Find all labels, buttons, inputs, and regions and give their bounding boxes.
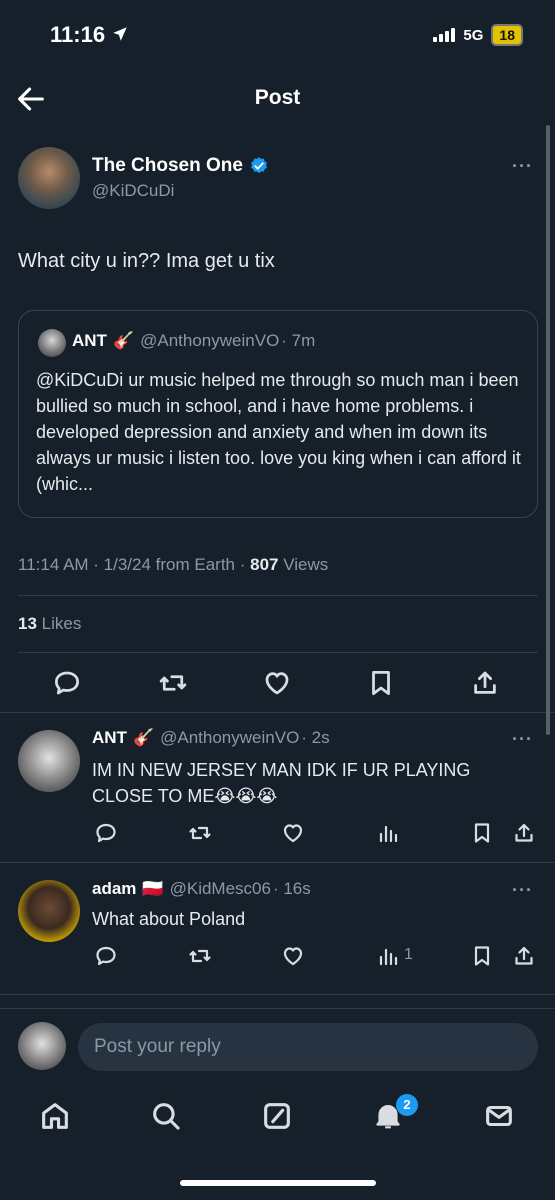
reply-text: What about Poland (92, 909, 246, 929)
location-arrow-icon (113, 27, 127, 41)
views-label: Views (278, 555, 329, 574)
author-handle[interactable]: @KiDCuDi (92, 181, 174, 201)
reply-author-handle[interactable]: @AnthonyweinVO (160, 728, 299, 748)
reply-time: · 2s (301, 728, 330, 747)
views-count: 807 (250, 555, 279, 574)
quoted-post-header: ANT 🎸 @AnthonyweinVO · 7m (72, 331, 315, 351)
more-options-icon[interactable]: ··· (512, 729, 533, 750)
battery-indicator: 18 (491, 24, 523, 46)
analytics-icon[interactable] (376, 944, 400, 968)
reply-views-count: 1 (404, 946, 413, 963)
quoted-post-text: @KiDCuDi ur music helped me through so m… (36, 370, 521, 494)
post-meta: 11:14 AM · 1/3/24 from Earth · 807 Views (18, 555, 328, 575)
current-user-avatar[interactable] (18, 1022, 66, 1070)
status-indicators: 5G 18 (433, 24, 523, 46)
signal-icon (433, 28, 456, 42)
messages-icon[interactable] (482, 1099, 516, 1133)
likes-link[interactable]: 13 Likes (18, 614, 81, 634)
more-options-icon[interactable]: ··· (512, 156, 533, 177)
reply-header: ANT 🎸 @AnthonyweinVO · 2s (92, 728, 330, 748)
like-heart-icon[interactable] (281, 821, 305, 845)
bookmark-icon[interactable] (366, 668, 396, 698)
divider (0, 1008, 555, 1009)
bookmark-icon[interactable] (470, 944, 494, 968)
repost-icon[interactable] (188, 821, 212, 845)
share-icon[interactable] (512, 821, 536, 845)
like-heart-icon[interactable] (262, 668, 292, 698)
repost-icon[interactable] (158, 668, 188, 698)
quoted-author-emoji: 🎸 (112, 331, 135, 350)
repost-icon[interactable] (188, 944, 212, 968)
reply-input-placeholder: Post your reply (94, 1036, 221, 1057)
likes-count: 13 (18, 614, 37, 633)
reply-header: adam 🇵🇱 @KidMesc06 · 16s (92, 879, 311, 899)
reply-icon[interactable] (94, 944, 118, 968)
divider (18, 595, 538, 596)
analytics-icon[interactable] (376, 821, 400, 845)
quoted-author-name: ANT (72, 331, 107, 350)
reply-time: · 16s (272, 879, 311, 898)
likes-label: Likes (36, 614, 82, 633)
home-indicator[interactable] (180, 1180, 376, 1186)
bookmark-icon[interactable] (470, 821, 494, 845)
share-icon[interactable] (470, 668, 500, 698)
reply-author-handle[interactable]: @KidMesc06 (170, 879, 271, 899)
quoted-author-handle: @AnthonyweinVO (140, 331, 280, 350)
share-icon[interactable] (512, 944, 536, 968)
reply-text: IM IN NEW JERSEY MAN IDK IF UR PLAYING C… (92, 760, 471, 806)
reply-author-avatar[interactable] (18, 730, 80, 792)
page-title: Post (254, 86, 301, 109)
grok-icon[interactable] (260, 1099, 294, 1133)
reply-icon[interactable] (94, 821, 118, 845)
home-icon[interactable] (38, 1099, 72, 1133)
quoted-post-time: · 7m (281, 331, 316, 350)
search-icon[interactable] (149, 1099, 183, 1133)
divider (0, 862, 555, 863)
like-heart-icon[interactable] (281, 944, 305, 968)
divider (0, 994, 555, 995)
verified-badge-icon (251, 157, 267, 174)
divider (18, 652, 538, 653)
author-name-row[interactable]: The Chosen One (92, 155, 269, 177)
reply-author-name[interactable]: ANT (92, 728, 127, 748)
more-options-icon[interactable]: ··· (512, 880, 533, 901)
author-name: The Chosen One (92, 155, 243, 176)
divider (0, 712, 555, 713)
post-text: What city u in?? Ima get u tix (18, 250, 275, 272)
reply-author-name[interactable]: adam (92, 879, 136, 899)
reply-author-emoji: 🇵🇱 (142, 879, 164, 898)
quoted-author-avatar (38, 329, 66, 357)
reply-icon[interactable] (52, 668, 82, 698)
author-avatar[interactable] (18, 147, 80, 209)
reply-author-avatar[interactable] (18, 880, 80, 942)
reply-author-emoji: 🎸 (132, 728, 155, 747)
post-timestamp: 11:14 AM · 1/3/24 from Earth · (18, 555, 251, 574)
status-time: 11:16 (50, 22, 129, 48)
network-label: 5G (463, 26, 484, 44)
notification-badge: 2 (396, 1094, 418, 1116)
scrollbar[interactable] (546, 125, 550, 735)
